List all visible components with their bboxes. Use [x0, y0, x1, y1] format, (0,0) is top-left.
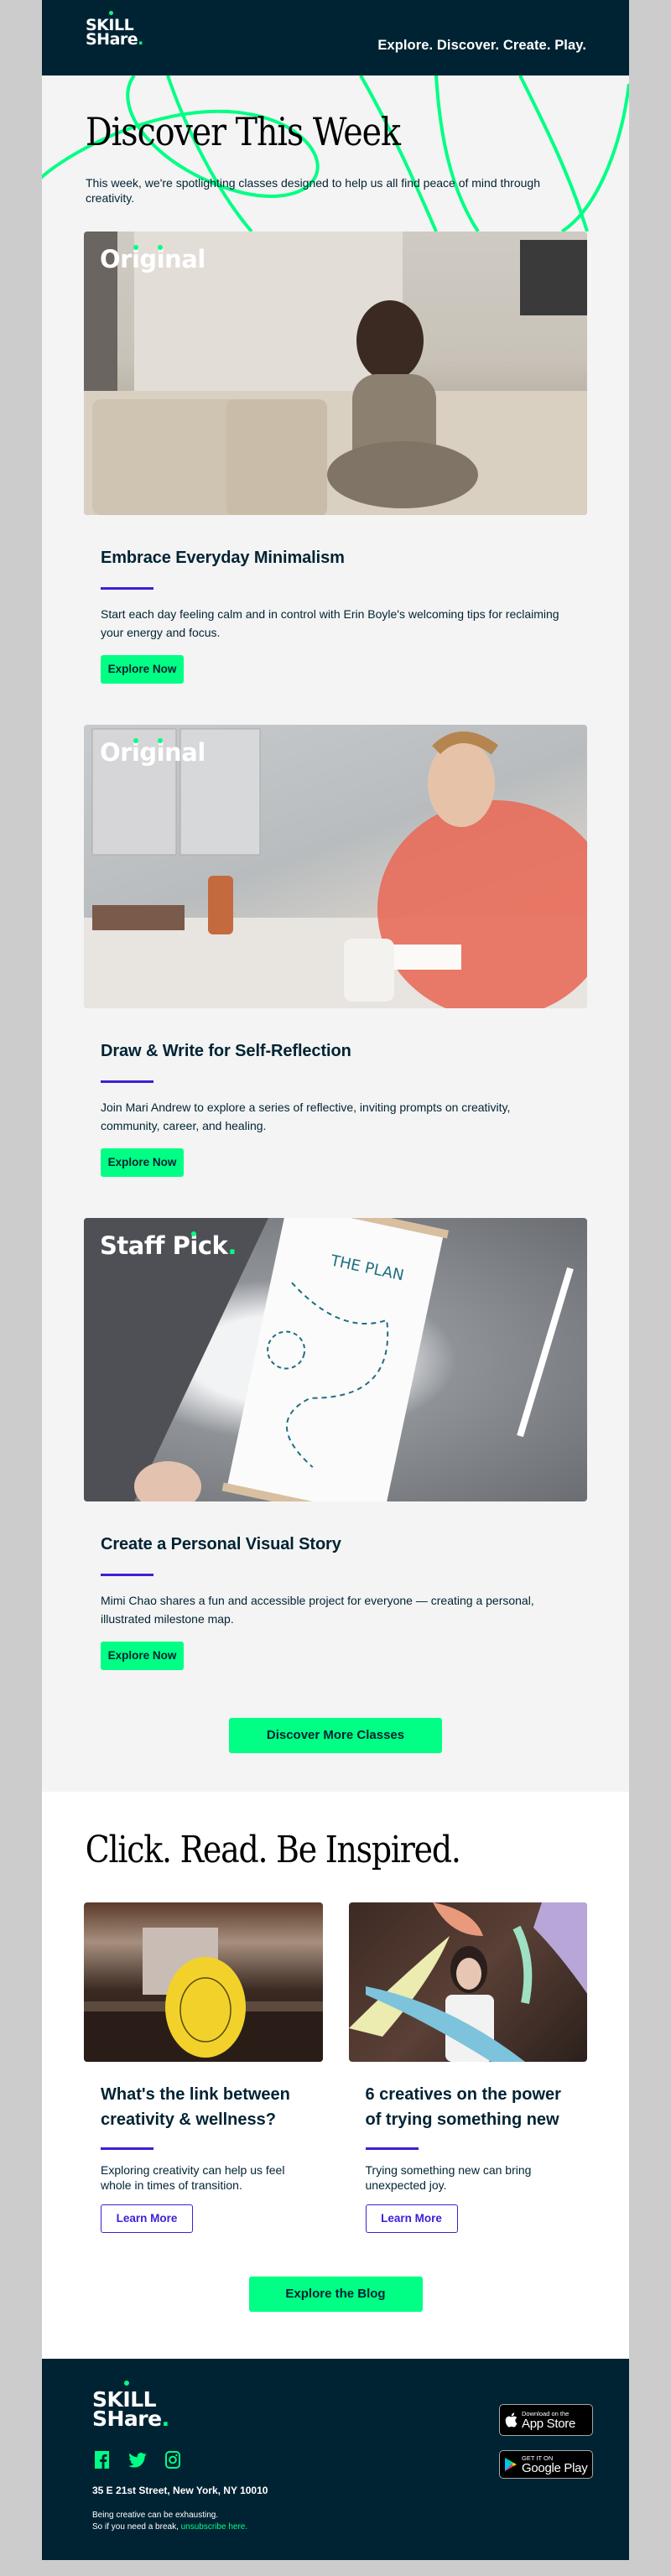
- tagline: Explore. Discover. Create. Play.: [377, 38, 586, 53]
- google-play-badge[interactable]: GET IT ON Google Play: [499, 2450, 593, 2479]
- learn-more-button[interactable]: Learn More: [101, 2204, 193, 2233]
- hero-intro: This week, we're spotlighting classes de…: [86, 176, 540, 205]
- twitter-icon: [127, 2452, 147, 2468]
- explore-blog-button[interactable]: Explore the Blog: [248, 2277, 423, 2312]
- title-divider: [101, 2147, 153, 2150]
- class-image[interactable]: Original: [84, 232, 587, 515]
- facebook-link[interactable]: [92, 2450, 112, 2469]
- instagram-icon: [164, 2451, 180, 2469]
- blog-image[interactable]: [348, 1902, 587, 2062]
- fine-print-text: So if you need a break,: [92, 2522, 181, 2532]
- class-description: Start each day feeling calm and in contr…: [101, 607, 559, 639]
- instagram-link[interactable]: [163, 2450, 182, 2469]
- blog-image[interactable]: [84, 1902, 323, 2062]
- footer-fine-print: Being creative can be exhausting. So if …: [92, 2510, 247, 2533]
- class-card: Original Draw & Write for Self-Reflectio…: [42, 725, 629, 1218]
- blog-section: Click. Read. Be Inspired. What's the lin…: [42, 1792, 629, 2359]
- original-badge: Original: [100, 738, 205, 767]
- explore-now-button[interactable]: Explore Now: [101, 655, 184, 684]
- footer-skillshare-logo[interactable]: SKILL SHare.: [92, 2389, 169, 2431]
- blog-heading: Click. Read. Be Inspired.: [85, 1829, 461, 1871]
- blog-post-title[interactable]: What's the link between creativity & wel…: [101, 2082, 302, 2132]
- swirl-line-3: [434, 75, 480, 232]
- learn-more-button[interactable]: Learn More: [365, 2204, 458, 2233]
- explore-now-button[interactable]: Explore Now: [101, 1148, 184, 1177]
- title-divider: [101, 1080, 153, 1083]
- staff-pick-badge: Staff Pick.: [100, 1231, 237, 1260]
- company-address: 35 E 21st Street, New York, NY 10010: [92, 2485, 268, 2496]
- skillshare-logo[interactable]: SKILL SHare.: [86, 17, 143, 49]
- app-store-big-text: App Store: [522, 2416, 576, 2431]
- twitter-link[interactable]: [127, 2450, 147, 2469]
- google-play-big-text: Google Play: [522, 2460, 588, 2475]
- class-image-illustration: [84, 728, 587, 1008]
- facebook-icon: [95, 2451, 109, 2469]
- blog-post: What's the link between creativity & wel…: [84, 1902, 323, 2233]
- blog-image-illustration: [84, 1928, 323, 2062]
- fine-print-line-1: Being creative can be exhausting.: [92, 2511, 219, 2520]
- class-description: Mimi Chao shares a fun and accessible pr…: [101, 1594, 534, 1626]
- class-image-illustration: THE PLAN: [84, 1218, 574, 1501]
- blog-post-description: Exploring creativity can help us feel wh…: [101, 2163, 285, 2192]
- class-image[interactable]: Original: [84, 725, 587, 1008]
- blog-post-description: Trying something new can bring unexpecte…: [365, 2163, 532, 2192]
- logo-line-2: SHare.: [86, 30, 143, 49]
- email-container: SKILL SHare. Explore. Discover. Create. …: [42, 0, 629, 2560]
- apple-icon: [505, 2412, 517, 2428]
- title-divider: [101, 587, 153, 590]
- blog-post-title[interactable]: 6 creatives on the power of trying somet…: [366, 2082, 567, 2132]
- class-image-illustration: [84, 232, 587, 515]
- original-badge: Original: [100, 245, 205, 273]
- class-description: Join Mari Andrew to explore a series of …: [101, 1101, 511, 1132]
- logo-line-2: SHare.: [92, 2407, 169, 2431]
- explore-now-button[interactable]: Explore Now: [101, 1642, 184, 1670]
- class-title[interactable]: Create a Personal Visual Story: [101, 1535, 570, 1554]
- google-play-icon: [505, 2458, 517, 2471]
- class-title[interactable]: Draw & Write for Self-Reflection: [101, 1042, 570, 1061]
- hero-section: Discover This Week This week, we're spot…: [42, 75, 629, 232]
- blog-post: 6 creatives on the power of trying somet…: [348, 1902, 587, 2233]
- fine-print-line-2: So if you need a break, unsubscribe here…: [92, 2521, 247, 2533]
- header: SKILL SHare. Explore. Discover. Create. …: [42, 0, 629, 75]
- unsubscribe-link[interactable]: unsubscribe here.: [181, 2522, 248, 2532]
- social-links: [92, 2450, 182, 2469]
- footer: SKILL SHare. 35 E 21st Street, New York,…: [42, 2359, 629, 2560]
- blog-image-illustration: [348, 1902, 587, 2062]
- class-card: Original Embrace Everyday Minimalism Sta…: [42, 232, 629, 725]
- swirl-line-5: [560, 83, 629, 232]
- title-divider: [101, 1574, 153, 1576]
- class-title[interactable]: Embrace Everyday Minimalism: [101, 549, 570, 568]
- swirl-line-4: [518, 75, 589, 232]
- class-image[interactable]: THE PLAN Staff Pick.: [84, 1218, 587, 1501]
- class-card: THE PLAN Staff Pick. Create a Personal V…: [42, 1218, 629, 1711]
- discover-more-classes-button[interactable]: Discover More Classes: [229, 1718, 442, 1753]
- page-title: Discover This Week: [86, 109, 401, 154]
- app-store-badge[interactable]: Download on the App Store: [499, 2404, 593, 2436]
- title-divider: [365, 2147, 419, 2150]
